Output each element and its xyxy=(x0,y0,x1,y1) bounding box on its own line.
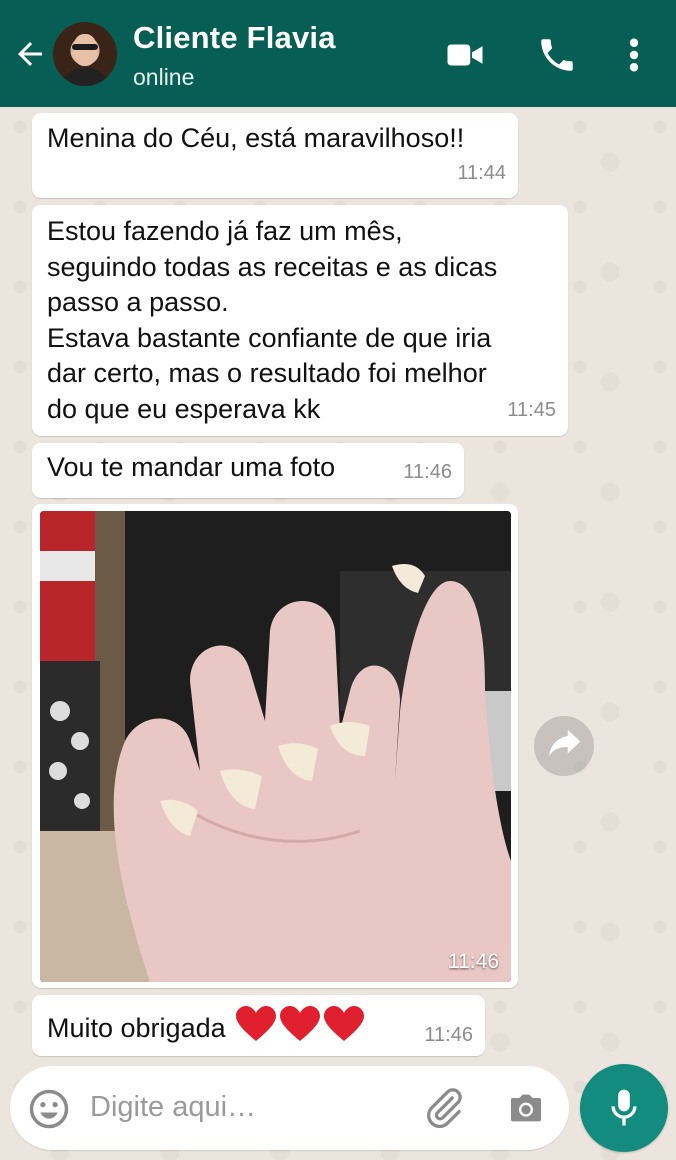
avatar-shirt xyxy=(59,68,111,86)
message-time: 11:45 xyxy=(507,398,556,421)
emoji-icon[interactable] xyxy=(28,1088,70,1130)
message-bubble[interactable]: Menina do Céu, está maravilhoso!! 11:44 xyxy=(32,113,518,198)
heart-emojis xyxy=(234,1005,366,1055)
message-time: 11:46 xyxy=(403,460,452,483)
avatar[interactable] xyxy=(53,22,117,86)
more-options-icon[interactable] xyxy=(616,34,652,76)
message-time: 11:44 xyxy=(457,161,506,184)
camera-icon[interactable] xyxy=(506,1088,546,1128)
avatar-glasses xyxy=(72,44,98,50)
back-arrow-icon[interactable] xyxy=(12,36,48,72)
message-text: Muito obrigada xyxy=(47,1005,366,1055)
image-message-bubble[interactable]: 11:46 xyxy=(32,504,518,988)
message-text: Estou fazendo já faz um mês, seguindo to… xyxy=(47,216,498,424)
message-input[interactable]: Digite aqui… xyxy=(90,1091,256,1124)
image-time: 11:46 xyxy=(448,950,499,973)
forward-button[interactable] xyxy=(534,716,594,776)
contact-status: online xyxy=(133,64,195,90)
message-text: Vou te mandar uma foto xyxy=(47,452,336,482)
message-bubble[interactable]: Vou te mandar uma foto 11:46 xyxy=(32,443,464,498)
video-call-icon[interactable] xyxy=(444,34,486,76)
chat-header: Cliente Flavia online xyxy=(0,0,676,107)
forward-icon xyxy=(549,729,581,756)
message-text: Menina do Céu, está maravilhoso!! xyxy=(47,123,465,153)
message-time: 11:46 xyxy=(424,1023,473,1046)
attach-icon[interactable] xyxy=(422,1086,466,1130)
avatar-face xyxy=(73,34,97,66)
message-bubble[interactable]: Estou fazendo já faz um mês, seguindo to… xyxy=(32,205,568,436)
contact-name[interactable]: Cliente Flavia xyxy=(133,20,336,56)
phone-icon[interactable] xyxy=(536,34,578,76)
mic-icon xyxy=(611,1089,637,1126)
message-input-bar[interactable]: Digite aqui… xyxy=(10,1066,569,1150)
red-heart-icon xyxy=(235,1006,364,1041)
voice-record-button[interactable] xyxy=(580,1064,668,1152)
hand-nails-image xyxy=(40,511,511,982)
message-text-content: Muito obrigada xyxy=(47,1013,226,1043)
message-bubble[interactable]: Muito obrigada 11:46 xyxy=(32,995,485,1056)
nail-photo[interactable]: 11:46 xyxy=(40,511,511,982)
